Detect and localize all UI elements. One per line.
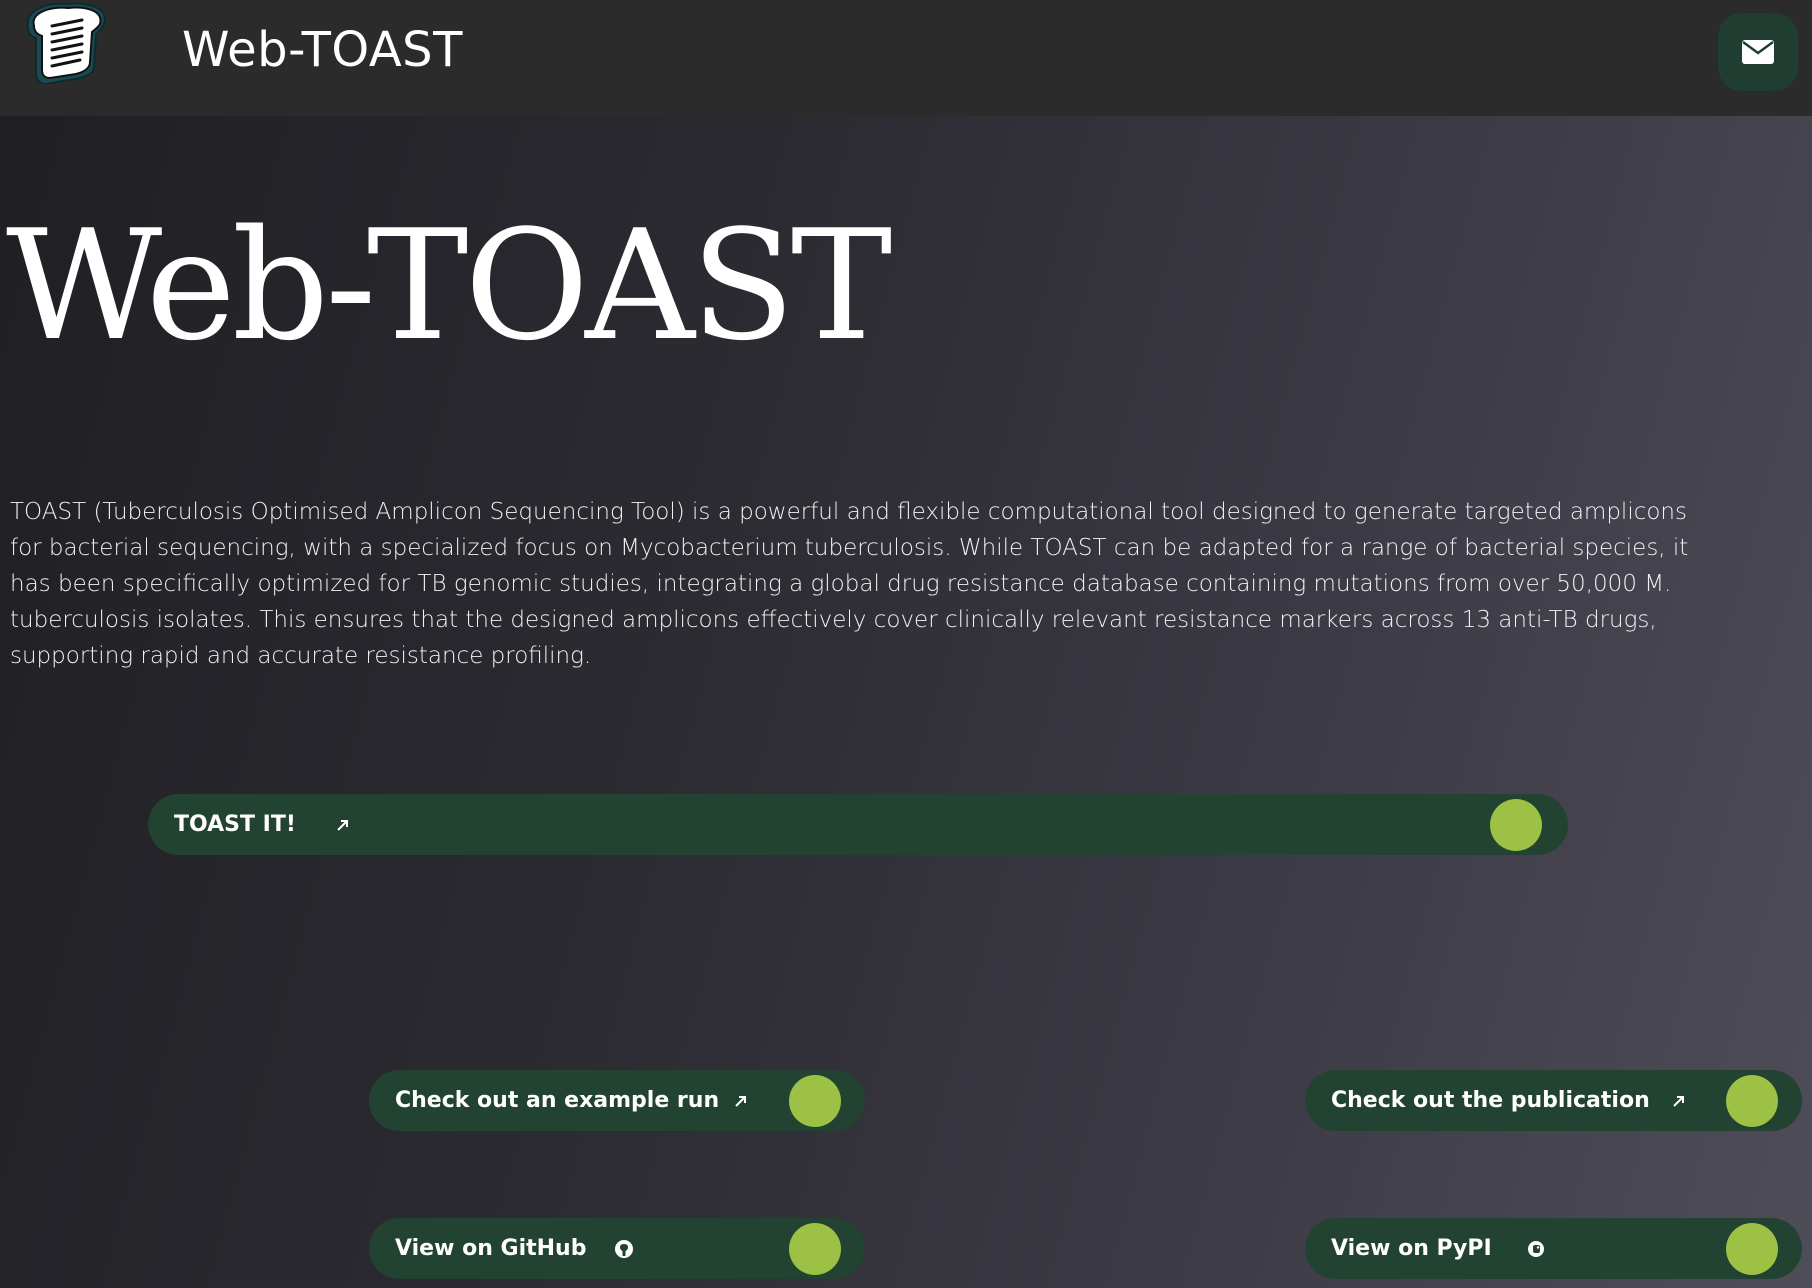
- toggle-knob: [1490, 799, 1542, 851]
- github-label: View on GitHub: [395, 1236, 587, 1261]
- external-arrow-icon: [1673, 1096, 1684, 1107]
- toggle-knob: [789, 1223, 841, 1275]
- github-button[interactable]: View on GitHub: [369, 1218, 865, 1279]
- contact-mail-button[interactable]: [1718, 13, 1798, 91]
- envelope-icon: [1742, 40, 1774, 64]
- github-icon: [615, 1240, 633, 1258]
- toggle-knob: [1726, 1075, 1778, 1127]
- external-arrow-icon: [337, 820, 348, 831]
- brand-title[interactable]: Web-TOAST: [182, 20, 463, 80]
- pypi-label: View on PyPI: [1331, 1236, 1492, 1261]
- toast-it-button[interactable]: TOAST IT!: [148, 794, 1568, 855]
- toast-it-label: TOAST IT!: [174, 812, 296, 837]
- hero-description: TOAST (Tuberculosis Optimised Amplicon S…: [10, 499, 1689, 669]
- publication-label: Check out the publication: [1331, 1088, 1650, 1113]
- toggle-knob: [789, 1075, 841, 1127]
- pypi-button[interactable]: View on PyPI: [1305, 1218, 1802, 1279]
- example-run-button[interactable]: Check out an example run: [369, 1070, 865, 1131]
- page: Web-TOAST Web-TOAST TOAST (Tuberculosis …: [0, 0, 1812, 1288]
- python-icon: [1528, 1241, 1544, 1257]
- publication-button[interactable]: Check out the publication: [1305, 1070, 1802, 1131]
- top-navbar: Web-TOAST: [0, 0, 1812, 116]
- example-run-label: Check out an example run: [395, 1088, 720, 1113]
- toast-logo-icon[interactable]: [18, 0, 108, 84]
- hero-title: Web-TOAST: [6, 197, 892, 374]
- external-arrow-icon: [735, 1096, 746, 1107]
- toggle-knob: [1726, 1223, 1778, 1275]
